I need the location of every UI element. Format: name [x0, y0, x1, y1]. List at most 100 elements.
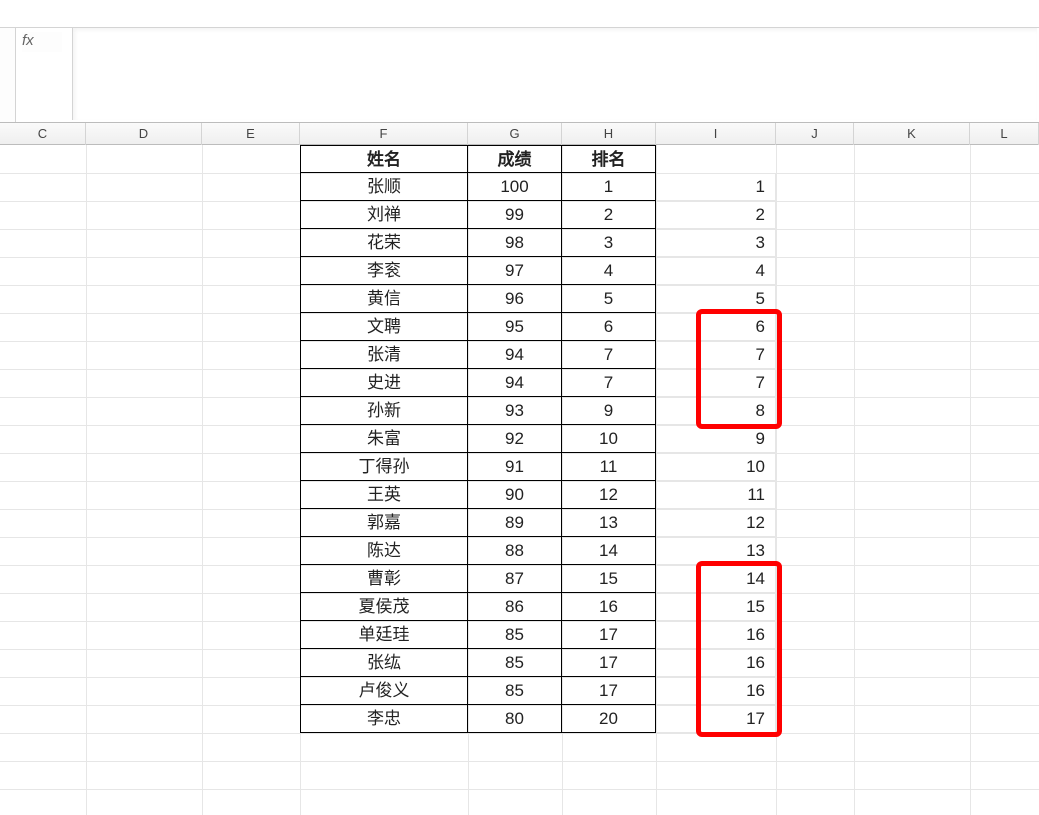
cell-name[interactable]: 黄信	[300, 285, 468, 313]
column-header-D[interactable]: D	[86, 123, 202, 145]
column-header-G[interactable]: G	[468, 123, 562, 145]
table-row: 李衮9744	[0, 257, 1039, 285]
cell-rank[interactable]: 15	[562, 565, 656, 593]
cell-alt-rank[interactable]: 3	[656, 229, 776, 257]
cell-score[interactable]: 85	[468, 649, 562, 677]
cell-score[interactable]: 98	[468, 229, 562, 257]
cell-rank[interactable]: 1	[562, 173, 656, 201]
column-header-E[interactable]: E	[202, 123, 300, 145]
cell-rank[interactable]: 16	[562, 593, 656, 621]
spreadsheet-grid[interactable]: 姓名成绩排名张顺10011刘禅9922花荣9833李衮9744黄信9655文聘9…	[0, 145, 1039, 815]
cell-name[interactable]: 单廷珪	[300, 621, 468, 649]
cell-name[interactable]: 史进	[300, 369, 468, 397]
cell-alt-rank[interactable]: 7	[656, 369, 776, 397]
cell-rank[interactable]: 7	[562, 341, 656, 369]
cell-name[interactable]: 李衮	[300, 257, 468, 285]
cell-alt-rank[interactable]: 5	[656, 285, 776, 313]
cell-score[interactable]: 99	[468, 201, 562, 229]
cell-name[interactable]: 丁得孙	[300, 453, 468, 481]
cell-rank[interactable]: 3	[562, 229, 656, 257]
cell-rank[interactable]: 10	[562, 425, 656, 453]
cell-name[interactable]: 张清	[300, 341, 468, 369]
cell-score[interactable]: 86	[468, 593, 562, 621]
cell-score[interactable]: 95	[468, 313, 562, 341]
cell-rank[interactable]: 12	[562, 481, 656, 509]
cell-name[interactable]: 卢俊义	[300, 677, 468, 705]
cell-alt-rank[interactable]: 16	[656, 649, 776, 677]
table-row: 卢俊义851716	[0, 677, 1039, 705]
cell-score[interactable]: 100	[468, 173, 562, 201]
column-header-H[interactable]: H	[562, 123, 656, 145]
cell-name[interactable]: 文聘	[300, 313, 468, 341]
cell-alt-rank[interactable]: 6	[656, 313, 776, 341]
cell-score[interactable]: 87	[468, 565, 562, 593]
cell-rank[interactable]: 14	[562, 537, 656, 565]
table-row: 史进9477	[0, 369, 1039, 397]
cell-score[interactable]: 80	[468, 705, 562, 733]
cell-score[interactable]: 94	[468, 369, 562, 397]
cell-alt-rank[interactable]: 7	[656, 341, 776, 369]
column-header-K[interactable]: K	[854, 123, 970, 145]
cell-score[interactable]: 85	[468, 677, 562, 705]
cell-alt-rank[interactable]: 11	[656, 481, 776, 509]
cell-alt-rank[interactable]: 2	[656, 201, 776, 229]
cell-name[interactable]: 朱富	[300, 425, 468, 453]
cell-rank[interactable]: 6	[562, 313, 656, 341]
cell-name[interactable]: 曹彰	[300, 565, 468, 593]
cell-name[interactable]: 王英	[300, 481, 468, 509]
cell-rank[interactable]: 9	[562, 397, 656, 425]
cell-alt-rank[interactable]: 10	[656, 453, 776, 481]
cell-alt-rank[interactable]: 13	[656, 537, 776, 565]
cell-alt-rank[interactable]: 12	[656, 509, 776, 537]
column-header-I[interactable]: I	[656, 123, 776, 145]
header-score[interactable]: 成绩	[468, 145, 562, 173]
cell-score[interactable]: 88	[468, 537, 562, 565]
column-header-F[interactable]: F	[300, 123, 468, 145]
cell-name[interactable]: 郭嘉	[300, 509, 468, 537]
cell-rank[interactable]: 2	[562, 201, 656, 229]
cell-rank[interactable]: 20	[562, 705, 656, 733]
cell-score[interactable]: 92	[468, 425, 562, 453]
column-header-C[interactable]: C	[0, 123, 86, 145]
cell-name[interactable]: 张顺	[300, 173, 468, 201]
cell-score[interactable]: 85	[468, 621, 562, 649]
cell-score[interactable]: 89	[468, 509, 562, 537]
cell-name[interactable]: 夏侯茂	[300, 593, 468, 621]
header-name[interactable]: 姓名	[300, 145, 468, 173]
cell-name[interactable]: 孙新	[300, 397, 468, 425]
cell-alt-rank[interactable]: 16	[656, 621, 776, 649]
cell-alt-rank[interactable]: 14	[656, 565, 776, 593]
cell-rank[interactable]: 13	[562, 509, 656, 537]
cell-rank[interactable]: 4	[562, 257, 656, 285]
cell-name[interactable]: 花荣	[300, 229, 468, 257]
column-header-L[interactable]: L	[970, 123, 1039, 145]
cell-score[interactable]: 96	[468, 285, 562, 313]
cell-rank[interactable]: 5	[562, 285, 656, 313]
cell-score[interactable]: 93	[468, 397, 562, 425]
cell-score[interactable]: 97	[468, 257, 562, 285]
header-rank[interactable]: 排名	[562, 145, 656, 173]
cell-rank[interactable]: 17	[562, 649, 656, 677]
cell-name[interactable]: 李忠	[300, 705, 468, 733]
cell-alt-rank[interactable]: 9	[656, 425, 776, 453]
cell-name[interactable]: 张纮	[300, 649, 468, 677]
cell-rank[interactable]: 7	[562, 369, 656, 397]
column-header-J[interactable]: J	[776, 123, 854, 145]
cell-rank[interactable]: 17	[562, 677, 656, 705]
cell-score[interactable]: 91	[468, 453, 562, 481]
cell-name[interactable]: 刘禅	[300, 201, 468, 229]
cell-alt-rank[interactable]: 8	[656, 397, 776, 425]
cell-alt-rank[interactable]: 4	[656, 257, 776, 285]
cell-rank[interactable]: 11	[562, 453, 656, 481]
cell-alt-rank[interactable]: 17	[656, 705, 776, 733]
cell-name[interactable]: 陈达	[300, 537, 468, 565]
cell-alt-rank[interactable]: 16	[656, 677, 776, 705]
cell-alt-rank[interactable]: 15	[656, 593, 776, 621]
table-row: 夏侯茂861615	[0, 593, 1039, 621]
formula-input[interactable]	[72, 28, 1037, 120]
cell-alt-rank[interactable]: 1	[656, 173, 776, 201]
cell-score[interactable]: 90	[468, 481, 562, 509]
cell-rank[interactable]: 17	[562, 621, 656, 649]
name-box[interactable]	[0, 28, 16, 122]
cell-score[interactable]: 94	[468, 341, 562, 369]
